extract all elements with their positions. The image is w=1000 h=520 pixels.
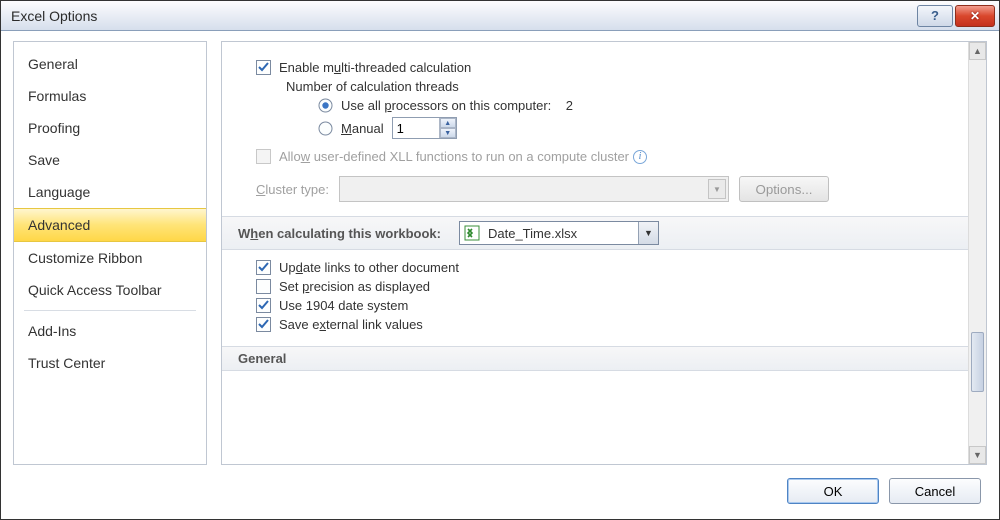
info-icon[interactable]: i [633,150,647,164]
excel-file-icon [460,225,484,241]
use-1904-checkbox[interactable] [256,298,271,313]
threads-count-label: Number of calculation threads [286,79,958,94]
sidebar-item-quick-access-toolbar[interactable]: Quick Access Toolbar [14,274,206,306]
update-links-row: Update links to other document [256,260,958,275]
close-icon: ✕ [970,9,980,23]
manual-threads-row: Manual ▲ ▼ [318,117,958,139]
cluster-options-button: Options... [739,176,829,202]
sidebar-label: Save [28,152,60,168]
sidebar-label: Add-Ins [28,323,76,339]
manual-threads-spinner[interactable]: ▲ ▼ [392,117,457,139]
help-icon: ? [931,8,939,23]
xll-cluster-row: Allow user-defined XLL functions to run … [256,149,958,164]
section-when-calculating: When calculating this workbook: Date_Tim… [222,216,986,250]
use-all-processors-radio[interactable] [318,98,333,113]
sidebar-item-formulas[interactable]: Formulas [14,80,206,112]
workbook-select-value: Date_Time.xlsx [484,226,638,241]
set-precision-checkbox[interactable] [256,279,271,294]
manual-threads-label: Manual [341,121,384,136]
section-general: General [222,346,986,371]
use-1904-label: Use 1904 date system [279,298,408,313]
dialog-body: General Formulas Proofing Save Language … [1,31,999,471]
workbook-select[interactable]: Date_Time.xlsx ▼ [459,221,659,245]
xll-cluster-checkbox [256,149,271,164]
dialog-footer: OK Cancel [1,471,999,511]
cluster-type-row: Cluster type: ▼ Options... [256,176,958,202]
sidebar-item-trust-center[interactable]: Trust Center [14,347,206,379]
use-all-processors-row: Use all processors on this computer: 2 [318,98,958,113]
sidebar-label: Quick Access Toolbar [28,282,162,298]
save-external-checkbox[interactable] [256,317,271,332]
sidebar-label: Language [28,184,90,200]
manual-threads-radio[interactable] [318,121,333,136]
sidebar-label: General [28,56,78,72]
scroll-up-arrow[interactable]: ▲ [969,42,986,60]
sidebar-item-customize-ribbon[interactable]: Customize Ribbon [14,242,206,274]
chevron-down-icon[interactable]: ▼ [638,222,658,244]
sidebar-item-proofing[interactable]: Proofing [14,112,206,144]
use-1904-row: Use 1904 date system [256,298,958,313]
ok-button[interactable]: OK [787,478,879,504]
spinner-up[interactable]: ▲ [440,118,456,128]
processor-count: 2 [566,98,573,113]
set-precision-row: Set precision as displayed [256,279,958,294]
sidebar-item-save[interactable]: Save [14,144,206,176]
set-precision-label: Set precision as displayed [279,279,430,294]
sidebar-label: Advanced [28,217,90,233]
sidebar-label: Trust Center [28,355,105,371]
enable-multithreaded-label: Enable multi-threaded calculation [279,60,471,75]
help-button[interactable]: ? [917,5,953,27]
options-panel: Enable multi-threaded calculation Number… [221,41,987,465]
update-links-label: Update links to other document [279,260,459,275]
use-all-processors-label: Use all processors on this computer: 2 [341,98,573,113]
scroll-down-arrow[interactable]: ▼ [969,446,986,464]
close-button[interactable]: ✕ [955,5,995,27]
cancel-button[interactable]: Cancel [889,478,981,504]
chevron-down-icon: ▼ [708,179,726,199]
update-links-checkbox[interactable] [256,260,271,275]
save-external-label: Save external link values [279,317,423,332]
sidebar-label: Formulas [28,88,86,104]
sidebar-item-language[interactable]: Language [14,176,206,208]
enable-multithreaded-row: Enable multi-threaded calculation [256,60,958,75]
manual-threads-input[interactable] [393,118,439,138]
sidebar-separator [24,310,196,311]
sidebar-label: Proofing [28,120,80,136]
window-title: Excel Options [11,8,97,24]
xll-cluster-label: Allow user-defined XLL functions to run … [279,149,629,164]
sidebar-label: Customize Ribbon [28,250,142,266]
sidebar-item-add-ins[interactable]: Add-Ins [14,315,206,347]
enable-multithreaded-checkbox[interactable] [256,60,271,75]
window-buttons: ? ✕ [915,5,995,27]
title-bar: Excel Options ? ✕ [1,1,999,31]
cluster-type-select: ▼ [339,176,729,202]
scroll-thumb[interactable] [971,332,984,392]
cluster-type-label: Cluster type: [256,182,329,197]
spinner-down[interactable]: ▼ [440,128,456,138]
section-header-label: General [238,351,286,366]
category-sidebar: General Formulas Proofing Save Language … [13,41,207,465]
vertical-scrollbar[interactable]: ▲ ▼ [968,42,986,464]
save-external-row: Save external link values [256,317,958,332]
section-header-label: When calculating this workbook: [238,226,441,241]
sidebar-item-advanced[interactable]: Advanced [14,208,206,242]
sidebar-item-general[interactable]: General [14,48,206,80]
